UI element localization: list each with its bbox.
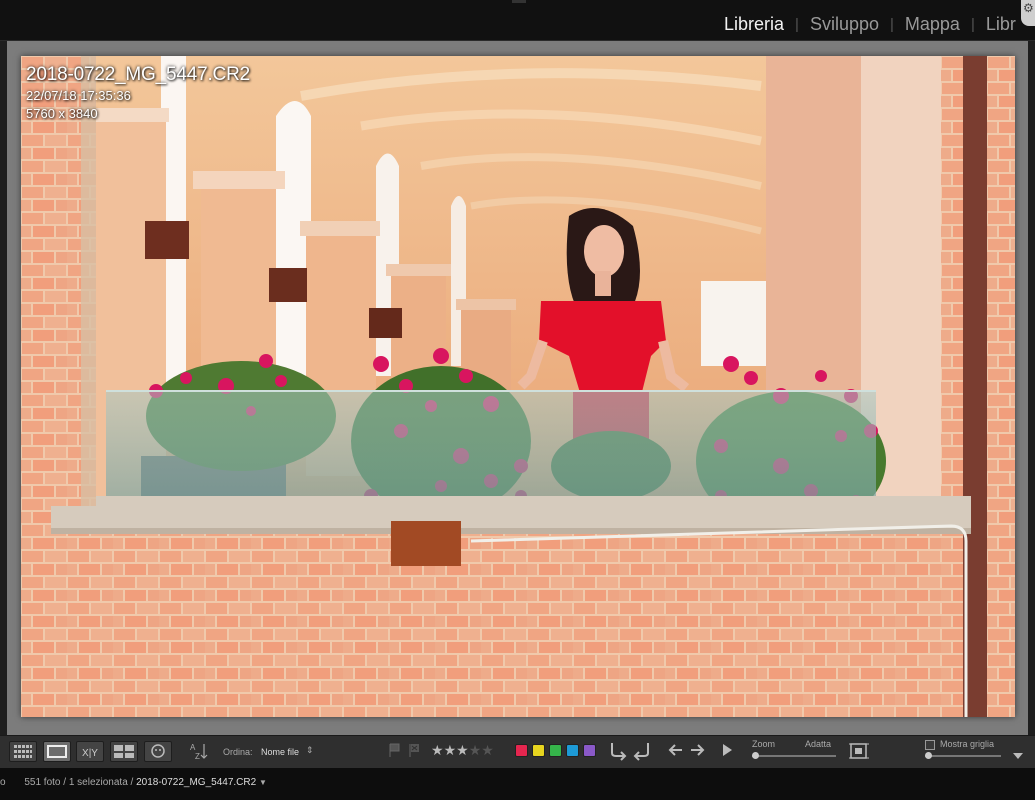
previous-photo-button[interactable]	[667, 743, 683, 762]
module-separator: |	[970, 15, 975, 33]
filmstrip-file-dropdown-icon[interactable]: ▼	[259, 778, 267, 787]
color-label-blue[interactable]	[566, 744, 579, 757]
show-grid-label: Mostra griglia	[940, 739, 995, 749]
rotate-right-button[interactable]	[632, 740, 652, 767]
crop-overlay-button[interactable]	[848, 741, 870, 766]
color-label-yellow[interactable]	[532, 744, 545, 757]
star-4[interactable]: ★	[469, 742, 482, 758]
color-label-green[interactable]	[549, 744, 562, 757]
compare-view-icon: X|Y	[82, 748, 98, 759]
play-icon	[723, 744, 732, 756]
arrow-left-icon	[668, 744, 682, 756]
survey-view-button[interactable]	[110, 741, 138, 762]
loupe-view-button[interactable]	[43, 741, 71, 762]
left-panel-edge[interactable]	[0, 41, 7, 735]
arrow-right-icon	[691, 744, 705, 756]
sort-dropdown-icon[interactable]: ⇕	[306, 745, 314, 756]
module-develop[interactable]: Sviluppo	[810, 14, 879, 35]
module-picker-bar: Libreria | Sviluppo | Mappa | Libr ⚙	[0, 0, 1035, 40]
sort-az-icon: A Z	[190, 743, 208, 761]
photo-info-overlay: 2018-0722_MG_5447.CR2 22/07/18 17:35:36 …	[26, 63, 250, 123]
crop-frame-icon	[849, 743, 869, 759]
svg-text:A: A	[190, 743, 196, 752]
zoom-slider-thumb[interactable]	[752, 752, 759, 759]
fit-label: Adatta	[805, 739, 832, 749]
rotate-left-button[interactable]	[608, 740, 628, 767]
filmstrip-path: o 551 foto / 1 selezionata / 2018-0722_M…	[0, 777, 267, 788]
star-2[interactable]: ★	[444, 742, 457, 758]
module-library[interactable]: Libreria	[724, 14, 784, 35]
sort-label: Ordina:	[223, 747, 253, 757]
svg-text:X|Y: X|Y	[82, 748, 98, 759]
module-book[interactable]: Libr	[986, 14, 1016, 35]
filmstrip-path-prefix[interactable]: o	[0, 777, 6, 788]
rotate-right-icon	[633, 743, 649, 761]
photo-datetime: 22/07/18 17:35:36	[26, 88, 131, 103]
module-picker: Libreria | Sviluppo | Mappa | Libr	[724, 12, 1016, 36]
people-view-icon	[151, 744, 165, 758]
module-separator: |	[889, 15, 894, 33]
grid-size-slider-track[interactable]	[925, 755, 1001, 757]
reject-flag-icon[interactable]	[407, 742, 421, 763]
loupe-view-icon	[47, 745, 67, 758]
filmstrip-current-file[interactable]: 2018-0722_MG_5447.CR2	[136, 777, 256, 788]
zoom-slider-track[interactable]	[752, 755, 836, 757]
color-label-red[interactable]	[515, 744, 528, 757]
top-panel-handle[interactable]	[512, 0, 526, 3]
star-1[interactable]: ★	[431, 742, 444, 758]
photo-image	[21, 56, 1015, 717]
grid-size-slider-thumb[interactable]	[925, 752, 932, 759]
grid-view-icon	[14, 745, 32, 758]
next-photo-button[interactable]	[690, 743, 706, 762]
slideshow-play-button[interactable]	[720, 743, 734, 762]
svg-text:Z: Z	[195, 752, 200, 761]
module-map[interactable]: Mappa	[905, 14, 960, 35]
show-grid-checkbox[interactable]	[925, 740, 935, 750]
filmstrip-count: 551 foto / 1 selezionata /	[24, 777, 134, 788]
grid-view-button[interactable]	[9, 741, 37, 762]
main-photo[interactable]	[21, 56, 1015, 717]
zoom-label: Zoom	[752, 739, 776, 749]
settings-gear-icon[interactable]: ⚙	[1021, 0, 1035, 26]
sort-select[interactable]: Nome file	[261, 747, 299, 757]
star-5[interactable]: ★	[481, 742, 494, 758]
photo-dimensions: 5760 x 3840	[26, 106, 98, 121]
toolbar-options-dropdown[interactable]	[1012, 747, 1024, 765]
compare-view-button[interactable]: X|Y	[76, 741, 104, 762]
survey-view-icon	[114, 745, 134, 758]
color-label-purple[interactable]	[583, 744, 596, 757]
chevron-down-icon	[1013, 753, 1023, 759]
filmstrip-header: o 551 foto / 1 selezionata / 2018-0722_M…	[0, 768, 1035, 800]
rotate-left-icon	[611, 743, 627, 761]
module-separator: |	[795, 15, 799, 33]
people-view-button[interactable]	[144, 741, 172, 762]
pick-flag-icon[interactable]	[387, 742, 401, 763]
star-rating: ★★★★★	[431, 742, 494, 760]
right-panel-edge[interactable]	[1028, 41, 1035, 735]
photo-filename: 2018-0722_MG_5447.CR2	[26, 64, 250, 85]
sort-direction-button[interactable]: A Z	[188, 740, 216, 767]
star-3[interactable]: ★	[456, 742, 469, 758]
